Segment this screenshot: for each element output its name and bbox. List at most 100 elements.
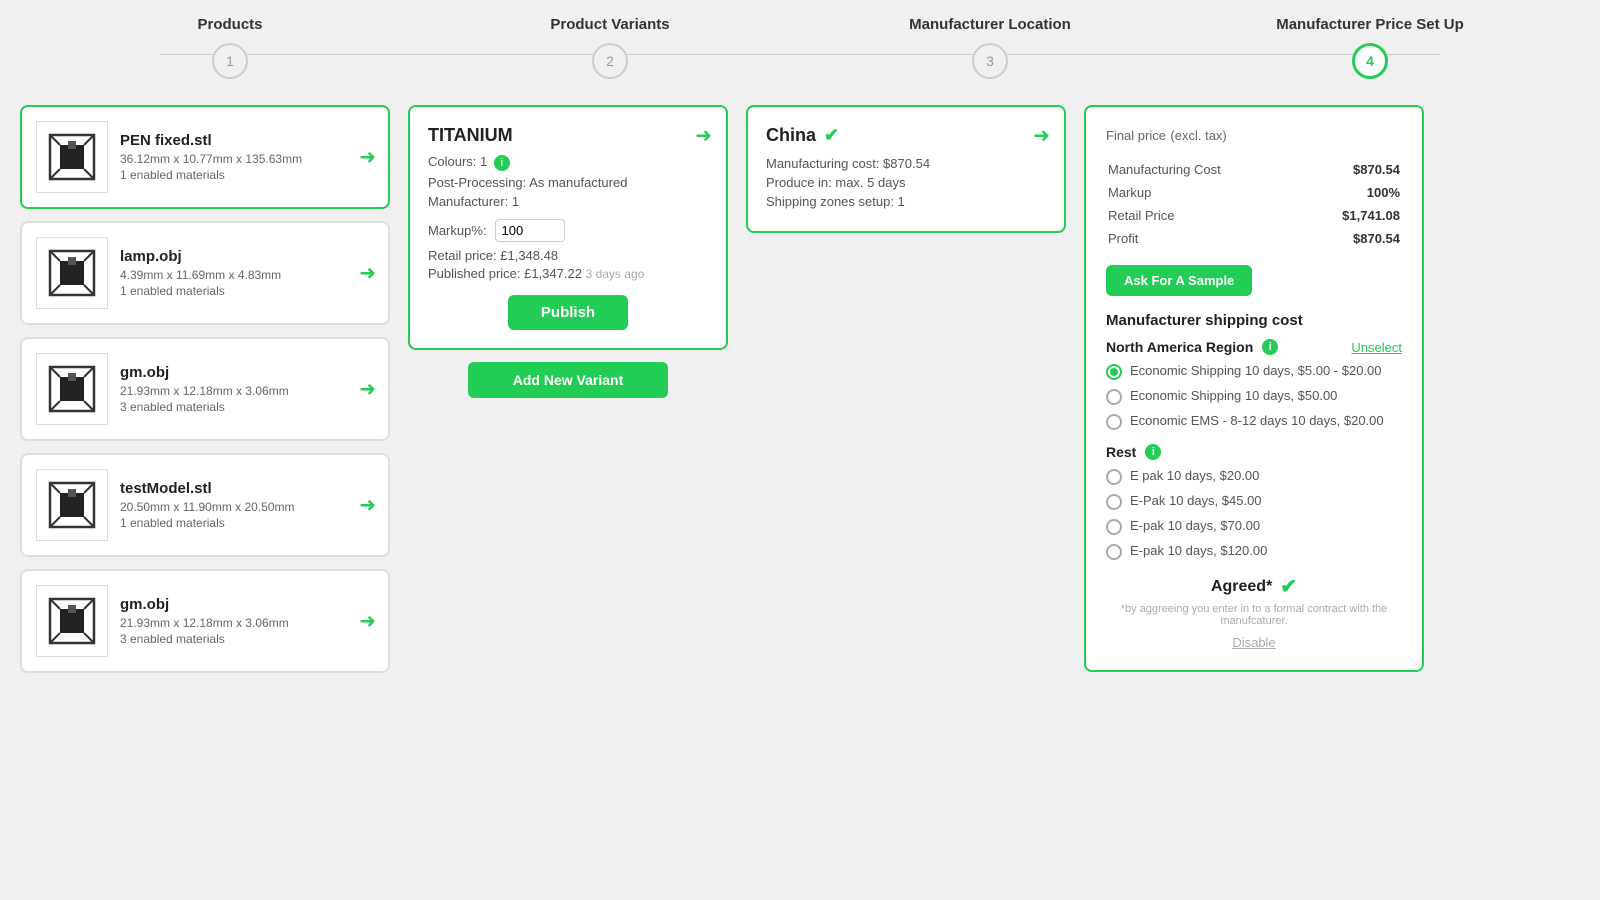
location-column: China ✔ ➜ Manufacturing cost: $870.54 Pr… (746, 105, 1066, 233)
shipping-option-north-2-label: Economic EMS - 8-12 days 10 days, $20.00 (1130, 413, 1384, 428)
product-dims-3: 20.50mm x 11.90mm x 20.50mm (120, 500, 374, 514)
markup-label: Markup%: (428, 223, 487, 238)
final-price-title: Final price (excl. tax) (1106, 127, 1402, 145)
price-value-profit: $870.54 (1270, 228, 1401, 249)
produce-in-row: Produce in: max. 5 days (766, 175, 1046, 190)
shipping-option-north-1[interactable]: Economic Shipping 10 days, $50.00 (1106, 388, 1402, 405)
product-thumb-1 (36, 237, 108, 309)
step-location-label: Manufacturer Location (909, 16, 1071, 33)
products-column: PEN fixed.stl 36.12mm x 10.77mm x 135.63… (20, 105, 390, 673)
product-card-2[interactable]: gm.obj 21.93mm x 12.18mm x 3.06mm 3 enab… (20, 337, 390, 441)
variant-post-processing: Post-Processing: As manufactured (428, 175, 708, 190)
product-thumb-3 (36, 469, 108, 541)
location-arrow[interactable]: ➜ (1033, 123, 1050, 148)
step-variants-label: Product Variants (550, 16, 669, 33)
step-price: Manufacturer Price Set Up 4 (1180, 16, 1560, 79)
product-arrow-0[interactable]: ➜ (359, 145, 376, 170)
product-info-0: PEN fixed.stl 36.12mm x 10.77mm x 135.63… (120, 132, 374, 182)
step-products-circle[interactable]: 1 (212, 43, 248, 79)
radio-north-2[interactable] (1106, 414, 1122, 430)
shipping-option-rest-1[interactable]: E-Pak 10 days, $45.00 (1106, 493, 1402, 510)
step-variants: Product Variants 2 (420, 16, 800, 79)
shipping-option-north-0-label: Economic Shipping 10 days, $5.00 - $20.0… (1130, 363, 1382, 378)
price-row-manufacturing: Manufacturing Cost $870.54 (1108, 159, 1400, 180)
product-materials-4: 3 enabled materials (120, 632, 374, 646)
product-materials-3: 1 enabled materials (120, 516, 374, 530)
agreed-note: *by aggreeing you enter in to a formal c… (1106, 603, 1402, 627)
product-card-3[interactable]: testModel.stl 20.50mm x 11.90mm x 20.50m… (20, 453, 390, 557)
shipping-option-rest-3[interactable]: E-pak 10 days, $120.00 (1106, 543, 1402, 560)
unselect-link[interactable]: Unselect (1351, 340, 1402, 355)
variants-column: TITANIUM ➜ Colours: 1 i Post-Processing:… (408, 105, 728, 398)
product-arrow-1[interactable]: ➜ (359, 261, 376, 286)
product-dims-2: 21.93mm x 12.18mm x 3.06mm (120, 384, 374, 398)
price-label-markup: Markup (1108, 182, 1268, 203)
price-table: Manufacturing Cost $870.54 Markup 100% R… (1106, 157, 1402, 251)
variant-manufacturer: Manufacturer: 1 (428, 194, 708, 209)
radio-north-1[interactable] (1106, 389, 1122, 405)
product-info-3: testModel.stl 20.50mm x 11.90mm x 20.50m… (120, 480, 374, 530)
product-card-4[interactable]: gm.obj 21.93mm x 12.18mm x 3.06mm 3 enab… (20, 569, 390, 673)
product-materials-1: 1 enabled materials (120, 284, 374, 298)
ask-sample-button[interactable]: Ask For A Sample (1106, 265, 1252, 296)
product-dims-4: 21.93mm x 12.18mm x 3.06mm (120, 616, 374, 630)
product-arrow-3[interactable]: ➜ (359, 493, 376, 518)
radio-rest-0[interactable] (1106, 469, 1122, 485)
shipping-option-north-0[interactable]: Economic Shipping 10 days, $5.00 - $20.0… (1106, 363, 1402, 380)
variant-colours: Colours: 1 i (428, 154, 708, 171)
radio-rest-3[interactable] (1106, 544, 1122, 560)
product-name-4: gm.obj (120, 596, 374, 613)
product-card-0[interactable]: PEN fixed.stl 36.12mm x 10.77mm x 135.63… (20, 105, 390, 209)
product-name-2: gm.obj (120, 364, 374, 381)
agreed-row: Agreed* ✔ (1106, 574, 1402, 599)
markup-input[interactable] (495, 219, 565, 242)
disable-link[interactable]: Disable (1106, 635, 1402, 650)
shipping-option-rest-2[interactable]: E-pak 10 days, $70.00 (1106, 518, 1402, 535)
north-america-info-icon[interactable]: i (1262, 339, 1278, 355)
north-america-region-title: North America Region i Unselect (1106, 339, 1402, 355)
product-card-1[interactable]: lamp.obj 4.39mm x 11.69mm x 4.83mm 1 ena… (20, 221, 390, 325)
price-label-profit: Profit (1108, 228, 1268, 249)
step-location: Manufacturer Location 3 (800, 16, 1180, 79)
price-row-markup: Markup 100% (1108, 182, 1400, 203)
price-row-profit: Profit $870.54 (1108, 228, 1400, 249)
rest-info-icon[interactable]: i (1145, 444, 1161, 460)
shipping-option-north-2[interactable]: Economic EMS - 8-12 days 10 days, $20.00 (1106, 413, 1402, 430)
product-arrow-4[interactable]: ➜ (359, 609, 376, 634)
add-variant-button[interactable]: Add New Variant (468, 362, 668, 398)
price-card: Final price (excl. tax) Manufacturing Co… (1084, 105, 1424, 672)
markup-row: Markup%: (428, 219, 708, 242)
stepper: Products 1 Product Variants 2 Manufactur… (0, 0, 1600, 89)
product-info-2: gm.obj 21.93mm x 12.18mm x 3.06mm 3 enab… (120, 364, 374, 414)
product-dims-1: 4.39mm x 11.69mm x 4.83mm (120, 268, 374, 282)
step-products: Products 1 (40, 16, 420, 79)
shipping-option-rest-0-label: E pak 10 days, $20.00 (1130, 468, 1259, 483)
radio-rest-1[interactable] (1106, 494, 1122, 510)
radio-rest-2[interactable] (1106, 519, 1122, 535)
product-info-4: gm.obj 21.93mm x 12.18mm x 3.06mm 3 enab… (120, 596, 374, 646)
price-column: Final price (excl. tax) Manufacturing Co… (1084, 105, 1424, 672)
price-label-manufacturing: Manufacturing Cost (1108, 159, 1268, 180)
variant-title: TITANIUM (428, 125, 708, 146)
agreed-label: Agreed* (1211, 578, 1272, 596)
colours-info-icon[interactable]: i (494, 155, 510, 171)
location-title: China ✔ (766, 125, 1046, 146)
step-location-circle[interactable]: 3 (972, 43, 1008, 79)
shipping-option-rest-0[interactable]: E pak 10 days, $20.00 (1106, 468, 1402, 485)
publish-button[interactable]: Publish (508, 295, 628, 330)
variant-arrow[interactable]: ➜ (695, 123, 712, 148)
price-value-retail: $1,741.08 (1270, 205, 1401, 226)
product-info-1: lamp.obj 4.39mm x 11.69mm x 4.83mm 1 ena… (120, 248, 374, 298)
shipping-option-rest-1-label: E-Pak 10 days, $45.00 (1130, 493, 1262, 508)
product-materials-2: 3 enabled materials (120, 400, 374, 414)
shipping-option-rest-2-label: E-pak 10 days, $70.00 (1130, 518, 1260, 533)
manufacturing-cost-row: Manufacturing cost: $870.54 (766, 156, 1046, 171)
product-arrow-2[interactable]: ➜ (359, 377, 376, 402)
step-price-label: Manufacturer Price Set Up (1276, 16, 1464, 33)
radio-north-0[interactable] (1106, 364, 1122, 380)
rest-section: Rest i E pak 10 days, $20.00 E-Pak 10 da… (1106, 444, 1402, 560)
step-price-circle[interactable]: 4 (1352, 43, 1388, 79)
time-ago: 3 days ago (586, 267, 645, 281)
step-variants-circle[interactable]: 2 (592, 43, 628, 79)
shipping-zones-row: Shipping zones setup: 1 (766, 194, 1046, 209)
